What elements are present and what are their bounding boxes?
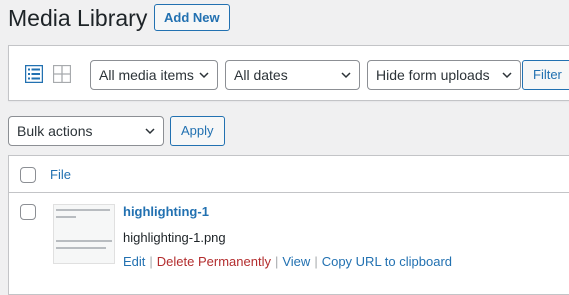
separator: | [149, 254, 153, 269]
media-filename: highlighting-1.png [123, 230, 226, 245]
bulk-actions-value: Bulk actions [17, 123, 93, 139]
media-title-link[interactable]: highlighting-1 [123, 204, 209, 219]
media-type-select[interactable]: All media items [90, 60, 218, 90]
dates-select[interactable]: All dates [225, 60, 360, 90]
media-table: File highlighting-1 highlighting-1.png E… [8, 155, 569, 295]
select-all-checkbox[interactable] [20, 167, 36, 183]
chevron-down-icon [145, 128, 155, 135]
add-new-button[interactable]: Add New [154, 4, 230, 31]
chevron-down-icon [341, 72, 351, 79]
dates-value: All dates [234, 67, 288, 83]
edit-link[interactable]: Edit [123, 254, 145, 269]
row-checkbox[interactable] [20, 204, 36, 220]
delete-permanently-link[interactable]: Delete Permanently [157, 254, 271, 269]
grid-view-icon[interactable] [52, 64, 72, 84]
page-title: Media Library [8, 5, 148, 31]
apply-button[interactable]: Apply [170, 116, 225, 146]
table-header: File [9, 156, 569, 193]
form-uploads-select[interactable]: Hide form uploads [367, 60, 521, 90]
list-view-icon[interactable] [24, 64, 44, 84]
media-toolbar: All media items All dates Hide form uplo… [8, 45, 569, 101]
separator: | [274, 254, 279, 269]
media-type-value: All media items [99, 67, 194, 83]
view-link[interactable]: View [282, 254, 310, 269]
bulk-actions-select[interactable]: Bulk actions [8, 116, 164, 146]
column-header-file[interactable]: File [50, 167, 71, 182]
chevron-down-icon [502, 72, 512, 79]
media-thumbnail[interactable] [53, 204, 115, 264]
row-actions: Edit | Delete Permanently | View | Copy URL to… [123, 254, 452, 269]
chevron-down-icon [199, 72, 209, 79]
form-uploads-value: Hide form uploads [376, 67, 490, 83]
filter-button[interactable]: Filter [522, 60, 569, 90]
separator: | [314, 254, 318, 269]
copy-url-link[interactable]: Copy URL to clipboard [322, 254, 452, 269]
